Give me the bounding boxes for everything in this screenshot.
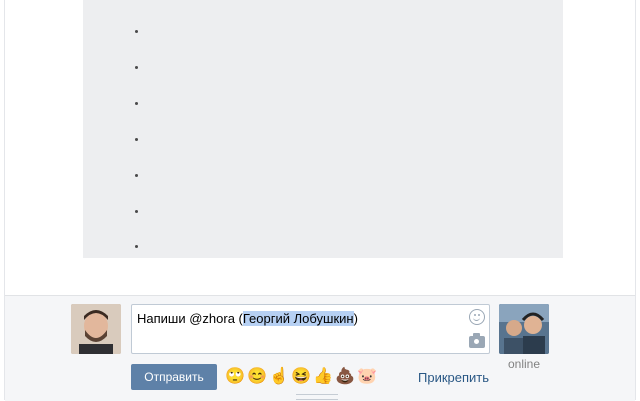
emoji-poo[interactable]: 💩 [335,366,355,388]
emoji-laugh[interactable]: 😆 [291,366,311,388]
camera-icon[interactable] [469,333,485,348]
placeholder-dot [135,174,138,177]
own-avatar-image [71,304,121,354]
send-button[interactable]: Отправить [131,364,217,390]
peer-avatar-image [499,304,549,354]
placeholder-dot [135,66,138,69]
quick-emoji-bar: 🙄 😊 ☝️ 😆 👍 💩 🐷 [225,366,379,388]
smile-icon[interactable] [469,309,485,325]
emoji-finger-up[interactable]: ☝️ [269,366,289,388]
emoji-pig[interactable]: 🐷 [357,366,377,388]
attach-link[interactable]: Прикрепить [418,370,489,385]
peer-avatar[interactable] [499,304,549,354]
own-avatar[interactable] [71,304,121,354]
smile-mouth [473,316,480,321]
emoji-thumbs-up[interactable]: 👍 [313,366,333,388]
message-input-text[interactable]: Напиши @zhora (Георгий Лобушкин) [137,311,358,327]
placeholder-dot [135,102,138,105]
placeholder-dot [135,30,138,33]
input-suffix: ) [353,311,358,326]
placeholder-dot [135,138,138,141]
message-history-panel [83,0,563,258]
mention-highlight: Георгий Лобушкин [242,311,354,326]
peer-online-status: online [507,357,541,371]
placeholder-dot [135,245,138,248]
message-input[interactable]: Напиши @zhora (Георгий Лобушкин) [131,304,490,354]
placeholder-dot [135,210,138,213]
resize-grip-icon[interactable] [296,394,338,400]
right-frame-border [635,0,640,400]
emoji-smile[interactable]: 😊 [247,366,267,388]
emoji-eye-roll[interactable]: 🙄 [225,366,245,388]
message-composer: Напиши @zhora (Георгий Лобушкин) online … [5,295,635,401]
input-prefix: Напиши @zhora ( [137,311,243,326]
